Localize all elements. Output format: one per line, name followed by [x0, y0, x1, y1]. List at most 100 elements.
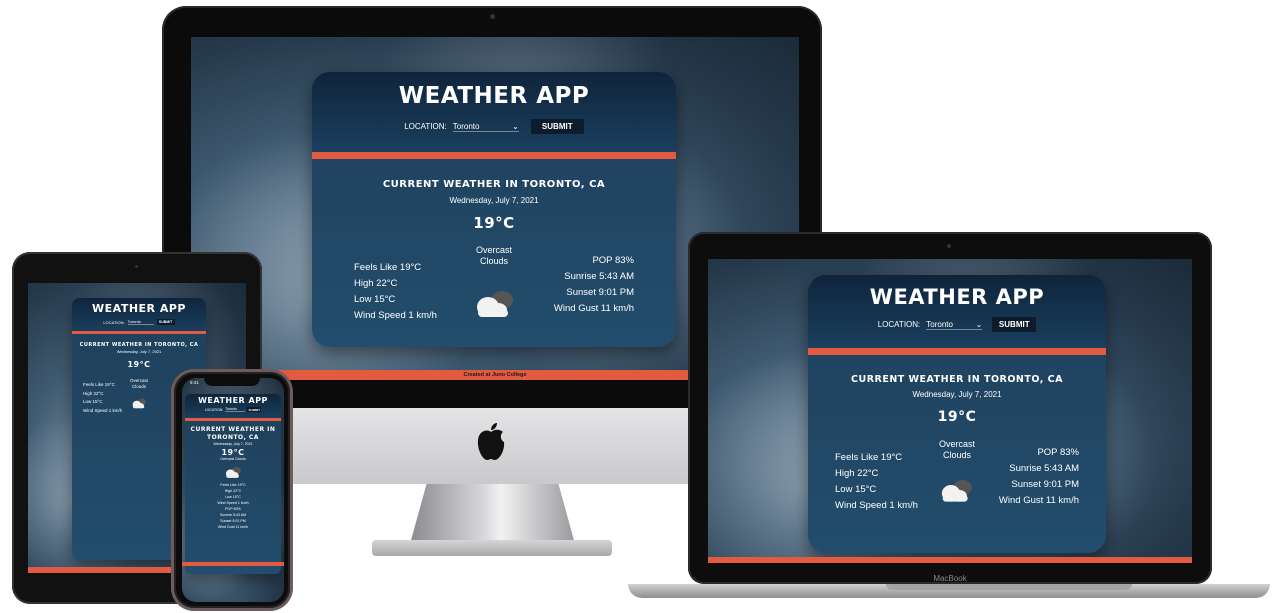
weather-details: CURRENT WEATHER IN TORONTO, CA Wednesday…	[185, 421, 281, 574]
weather-heading: CURRENT WEATHER IN TORONTO, CA	[185, 421, 281, 442]
phone-notch	[204, 376, 260, 386]
wind-speed: Wind Speed 1 km/h	[354, 310, 437, 321]
stats-list: Feels Like 19°C High 22°C Low 15°C Wind …	[185, 482, 281, 530]
condition-line-2: Clouds	[479, 256, 508, 266]
weather-heading: CURRENT WEATHER IN TORONTO, CA	[382, 179, 606, 190]
laptop-notch	[886, 584, 1132, 590]
app-title: WEATHER APP	[92, 302, 186, 315]
accent-bar	[312, 152, 676, 159]
temperature: 19°C	[127, 360, 151, 369]
feels-like: Feels Like 19°C	[83, 382, 115, 387]
submit-button[interactable]: SUBMIT	[156, 319, 175, 325]
pop: POP 83%	[592, 255, 634, 266]
left-stats: Feels Like 19°C High 22°C Low 15°C Wind …	[354, 260, 437, 324]
weather-date: Wednesday, July 7, 2021	[449, 196, 539, 205]
condition-line-2: Clouds	[942, 450, 971, 460]
location-value: Toronto	[225, 407, 237, 411]
location-label: LOCATION:	[877, 320, 921, 329]
condition-text: Overcast Clouds	[220, 457, 246, 461]
cloud-icon	[225, 467, 241, 478]
temperature: 19°C	[473, 214, 515, 232]
location-select[interactable]: Toronto	[225, 407, 246, 412]
location-value: Toronto	[452, 121, 480, 131]
weather-card: WEATHER APP LOCATION: Toronto SUBMIT CUR…	[185, 394, 281, 574]
cloud-icon	[477, 291, 513, 317]
location-form: LOCATION: Toronto SUBMIT	[72, 319, 206, 325]
imac-foot	[372, 540, 612, 556]
high-temp: High 22°C	[83, 390, 104, 396]
ipad-camera	[135, 265, 138, 268]
card-header: WEATHER APP LOCATION: Toronto SUBMIT	[185, 394, 281, 418]
location-form: LOCATION: Toronto ⌄ SUBMIT	[312, 119, 676, 134]
card-header: WEATHER APP LOCATION: Toronto ⌄ SUBMIT	[808, 275, 1106, 348]
phone-clock: 9:41	[190, 380, 199, 385]
right-stats: POP 83% Sunrise 5:43 AM Sunset 9:01 PM W…	[554, 253, 634, 317]
cloud-icon	[132, 398, 147, 409]
location-select[interactable]: Toronto	[127, 319, 154, 325]
feels-like: Feels Like 19°C	[354, 262, 422, 273]
app-title: WEATHER APP	[198, 396, 268, 405]
temperature: 19°C	[221, 448, 245, 457]
temperature: 19°C	[937, 409, 977, 425]
condition-text: Overcast Clouds	[124, 378, 154, 390]
condition-text: Overcast Clouds	[466, 245, 522, 267]
weather-details: CURRENT WEATHER IN TORONTO, CA Wednesday…	[312, 159, 676, 347]
submit-button[interactable]: SUBMIT	[530, 119, 584, 134]
footer-bar	[182, 562, 284, 566]
weather-card: WEATHER APP LOCATION: Toronto ⌄ SUBMIT C…	[312, 72, 676, 347]
left-stats: Feels Like 19°C High 22°C Low 15°C Wind …	[83, 381, 122, 415]
location-label: LOCATION:	[204, 407, 224, 412]
imac-camera	[490, 14, 495, 19]
condition-line-1: Overcast	[938, 439, 975, 449]
weather-date: Wednesday, July 7, 2021	[912, 390, 1002, 399]
sunrise: Sunrise 5:43 AM	[564, 271, 634, 282]
left-stats: Feels Like 19°C High 22°C Low 15°C Wind …	[835, 450, 918, 514]
feels-like: Feels Like 19°C	[835, 452, 903, 463]
chevron-down-icon: ⌄	[512, 121, 519, 131]
apple-logo-icon	[477, 423, 505, 460]
high-temp: High 22°C	[354, 278, 398, 289]
weather-heading: CURRENT WEATHER IN TORONTO, CA	[851, 374, 1063, 385]
location-label: LOCATION:	[103, 319, 125, 325]
sunrise: Sunrise 5:43 AM	[1009, 463, 1079, 474]
accent-bar	[808, 348, 1106, 355]
laptop-camera	[947, 244, 951, 248]
weather-details: CURRENT WEATHER IN TORONTO, CA Wednesday…	[808, 355, 1106, 553]
cloud-icon	[941, 480, 972, 502]
heading-line-1: CURRENT WEATHER IN	[190, 426, 276, 433]
location-select[interactable]: Toronto ⌄	[926, 319, 983, 330]
condition-line-2: Clouds	[131, 384, 146, 389]
app-title: WEATHER APP	[869, 285, 1045, 309]
pop: POP 83%	[1037, 447, 1079, 458]
weather-heading: CURRENT WEATHER IN TORONTO, CA	[79, 342, 199, 348]
low-temp: Low 15°C	[83, 399, 103, 404]
wind-speed: Wind Speed 1 km/h	[83, 407, 123, 413]
high-temp: High 22°C	[835, 468, 879, 479]
card-header: WEATHER APP LOCATION: Toronto ⌄ SUBMIT	[312, 72, 676, 152]
wind-speed: Wind Speed 1 km/h	[835, 500, 918, 511]
weather-date: Wednesday, July 7, 2021	[213, 442, 253, 446]
chevron-down-icon: ⌄	[975, 319, 983, 329]
low-temp: Low 15°C	[835, 484, 877, 495]
wind-gust: Wind Gust 11 km/h	[217, 525, 249, 529]
wind-gust: Wind Gust 11 km/h	[553, 303, 634, 314]
wind-gust: Wind Gust 11 km/h	[998, 495, 1079, 506]
sunset: Sunset 9:01 PM	[1011, 479, 1079, 490]
footer-bar	[708, 557, 1192, 563]
location-form: LOCATION: Toronto SUBMIT	[185, 407, 281, 412]
macbook-label: MacBook	[933, 574, 967, 583]
location-value: Toronto	[127, 319, 141, 324]
submit-button[interactable]: SUBMIT	[992, 317, 1037, 332]
card-header: WEATHER APP LOCATION: Toronto SUBMIT	[72, 298, 206, 331]
submit-button[interactable]: SUBMIT	[247, 407, 262, 412]
condition-text: Overcast Clouds	[929, 439, 985, 461]
weather-card: WEATHER APP LOCATION: Toronto ⌄ SUBMIT C…	[808, 275, 1106, 553]
low-temp: Low 15°C	[354, 294, 396, 305]
right-stats: POP 83% Sunrise 5:43 AM Sunset 9:01 PM W…	[999, 445, 1079, 509]
location-form: LOCATION: Toronto ⌄ SUBMIT	[808, 317, 1106, 332]
location-value: Toronto	[926, 319, 953, 329]
weather-date: Wednesday, July 7, 2021	[116, 349, 162, 354]
location-select[interactable]: Toronto ⌄	[452, 121, 519, 132]
imac-stand	[410, 484, 575, 544]
laptop-screen: WEATHER APP LOCATION: Toronto ⌄ SUBMIT C…	[708, 259, 1192, 563]
